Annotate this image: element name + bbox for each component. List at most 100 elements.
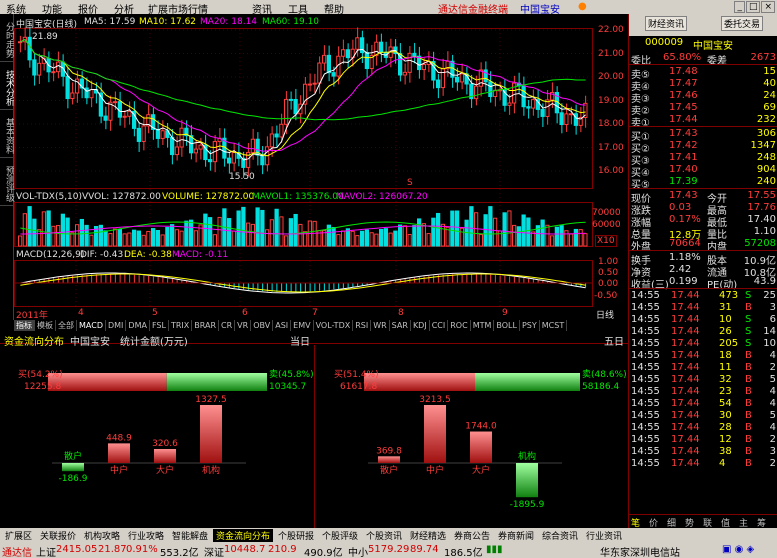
bid-volume: 306 bbox=[756, 128, 776, 139]
close-button[interactable]: × bbox=[761, 1, 775, 13]
indicator-tab-23[interactable]: PSY bbox=[520, 320, 540, 331]
indicator-tab-6[interactable]: FSL bbox=[150, 320, 169, 331]
quote-value: 17.55 bbox=[747, 190, 776, 201]
flow-bar bbox=[154, 448, 176, 463]
indicator-tab-0[interactable]: 指标 bbox=[14, 320, 35, 331]
xtick-4: 4 bbox=[78, 308, 84, 318]
tick-price: 17.44 bbox=[671, 350, 700, 361]
candle-body bbox=[231, 152, 236, 164]
divider bbox=[629, 64, 777, 65]
tick-direction: B bbox=[745, 434, 752, 445]
indicator-tab-7[interactable]: TRIX bbox=[169, 320, 193, 331]
candle-body bbox=[559, 112, 564, 126]
indicator-tab-8[interactable]: BRAR bbox=[192, 320, 220, 331]
tab-intraday[interactable]: 分时走势 bbox=[0, 18, 14, 62]
finance-news-button[interactable]: 财经资讯 bbox=[645, 16, 688, 31]
tick-volume: 32 bbox=[719, 374, 732, 385]
indicator-tab-18[interactable]: KDJ bbox=[411, 320, 430, 331]
bottom-tab[interactable]: 个股评级 bbox=[319, 529, 361, 542]
bottom-tab[interactable]: 关联报价 bbox=[37, 529, 79, 542]
indicator-tab-20[interactable]: ROC bbox=[448, 320, 471, 331]
volume-bar bbox=[32, 218, 37, 247]
volume-bar bbox=[341, 230, 346, 247]
flow-bar bbox=[378, 456, 400, 463]
candle-body bbox=[531, 99, 536, 109]
bottom-tab[interactable]: 个股研报 bbox=[275, 529, 317, 542]
tick-direction: S bbox=[745, 314, 752, 325]
volume-bar bbox=[512, 224, 517, 247]
tab-forecast[interactable]: 预测评级 bbox=[0, 162, 14, 206]
indicator-tab-15[interactable]: RSI bbox=[353, 320, 372, 331]
volume-bar bbox=[208, 217, 213, 247]
indicator-tab-24[interactable]: MCST bbox=[540, 320, 568, 331]
volume-bar bbox=[84, 224, 89, 247]
indicator-tab-16[interactable]: WR bbox=[371, 320, 390, 331]
bottom-tab[interactable]: 资金流向分布 bbox=[213, 529, 274, 542]
indicator-tab-19[interactable]: CCI bbox=[430, 320, 449, 331]
indicator-tab-12[interactable]: ASI bbox=[273, 320, 292, 331]
volume-bar bbox=[545, 224, 550, 247]
indicator-tab-9[interactable]: CR bbox=[219, 320, 236, 331]
tick-price: 17.44 bbox=[671, 446, 700, 457]
tick-direction: B bbox=[745, 362, 752, 373]
xtick-5: 5 bbox=[152, 308, 158, 318]
tick-row: 14:55 17.44 30 B 5 bbox=[629, 410, 777, 422]
bottom-tab[interactable]: 券商公告 bbox=[451, 529, 493, 542]
maximize-button[interactable]: □ bbox=[745, 1, 761, 13]
tick-row: 14:55 17.44 12 B 2 bbox=[629, 434, 777, 446]
tick-volume: 38 bbox=[719, 446, 732, 457]
ma60-line bbox=[20, 38, 586, 121]
ma5-legend: MA5: 17.59 bbox=[84, 17, 136, 27]
volume-bar bbox=[478, 234, 483, 247]
volume-bar bbox=[507, 210, 512, 247]
volume-bar bbox=[298, 223, 303, 247]
indicator-tab-22[interactable]: BOLL bbox=[494, 320, 520, 331]
indicator-tab-5[interactable]: DMA bbox=[126, 320, 150, 331]
status-bars-icon: ▮▮▮ bbox=[486, 544, 503, 555]
indicator-tab-11[interactable]: OBV bbox=[251, 320, 274, 331]
indicator-tab-10[interactable]: VR bbox=[235, 320, 252, 331]
bottom-tab[interactable]: 个股资讯 bbox=[363, 529, 405, 542]
bottom-tab[interactable]: 财经精选 bbox=[407, 529, 449, 542]
bottom-tab[interactable]: 行业攻略 bbox=[125, 529, 167, 542]
tick-count: 2 bbox=[769, 458, 776, 469]
quote-row: 外盘 70664 内盘 57208 bbox=[629, 238, 777, 253]
xtick-9: 9 bbox=[502, 308, 508, 318]
bottom-tab[interactable]: 综合资讯 bbox=[539, 529, 581, 542]
panel-view-tabs: 笔价细势联值主筹 bbox=[629, 514, 777, 529]
tick-time: 14:55 bbox=[631, 422, 660, 433]
tick-volume: 4 bbox=[719, 458, 726, 469]
buy-ratio-bar bbox=[364, 373, 476, 391]
candle-body bbox=[379, 41, 384, 53]
indicator-tab-14[interactable]: VOL-TDX bbox=[314, 320, 354, 331]
bottom-tab[interactable]: 机构攻略 bbox=[81, 529, 123, 542]
minimize-button[interactable]: _ bbox=[734, 1, 745, 13]
ask-row: 卖③ 17.46 24 bbox=[629, 90, 777, 105]
bottom-tab[interactable]: 扩展区 bbox=[2, 529, 35, 542]
stock-title-bar: 000009 中国宝安 bbox=[629, 36, 777, 52]
volume-bar bbox=[450, 210, 455, 247]
volume-bar bbox=[526, 217, 531, 247]
bottom-tab[interactable]: 券商新闻 bbox=[495, 529, 537, 542]
indicator-tab-2[interactable]: 全部 bbox=[56, 320, 77, 331]
indicator-tab-13[interactable]: EMV bbox=[291, 320, 314, 331]
indicator-tab-macd[interactable]: MACD bbox=[77, 320, 106, 331]
bottom-tab[interactable]: 智能解盘 bbox=[169, 529, 211, 542]
indicator-tab-17[interactable]: SAR bbox=[390, 320, 411, 331]
tab-technical[interactable]: 技术分析 bbox=[0, 66, 14, 110]
kline-chart-area[interactable]: 中国宝安(日线) MA5: 17.59 MA10: 17.62 MA20: 18… bbox=[14, 14, 628, 321]
indicator-tab-4[interactable]: DMI bbox=[106, 320, 127, 331]
quote-panel-header: 财经资讯 委托交易 bbox=[629, 14, 777, 36]
candle-body bbox=[317, 62, 322, 84]
indicator-tab-1[interactable]: 模板 bbox=[35, 320, 56, 331]
trade-order-button[interactable]: 委托交易 bbox=[721, 16, 764, 31]
kline-chart-svg[interactable] bbox=[14, 14, 628, 320]
low-marker: 15.50 bbox=[229, 172, 255, 182]
indicator-tab-21[interactable]: MTM bbox=[471, 320, 495, 331]
bottom-tab[interactable]: 行业资讯 bbox=[583, 529, 625, 542]
tab-fundamentals[interactable]: 基本资料 bbox=[0, 114, 14, 158]
candle-body bbox=[37, 62, 42, 76]
bid-row: 买① 17.43 306 bbox=[629, 128, 777, 143]
price-tick-0: 22.00 bbox=[598, 25, 624, 35]
volume-bar bbox=[103, 230, 108, 247]
